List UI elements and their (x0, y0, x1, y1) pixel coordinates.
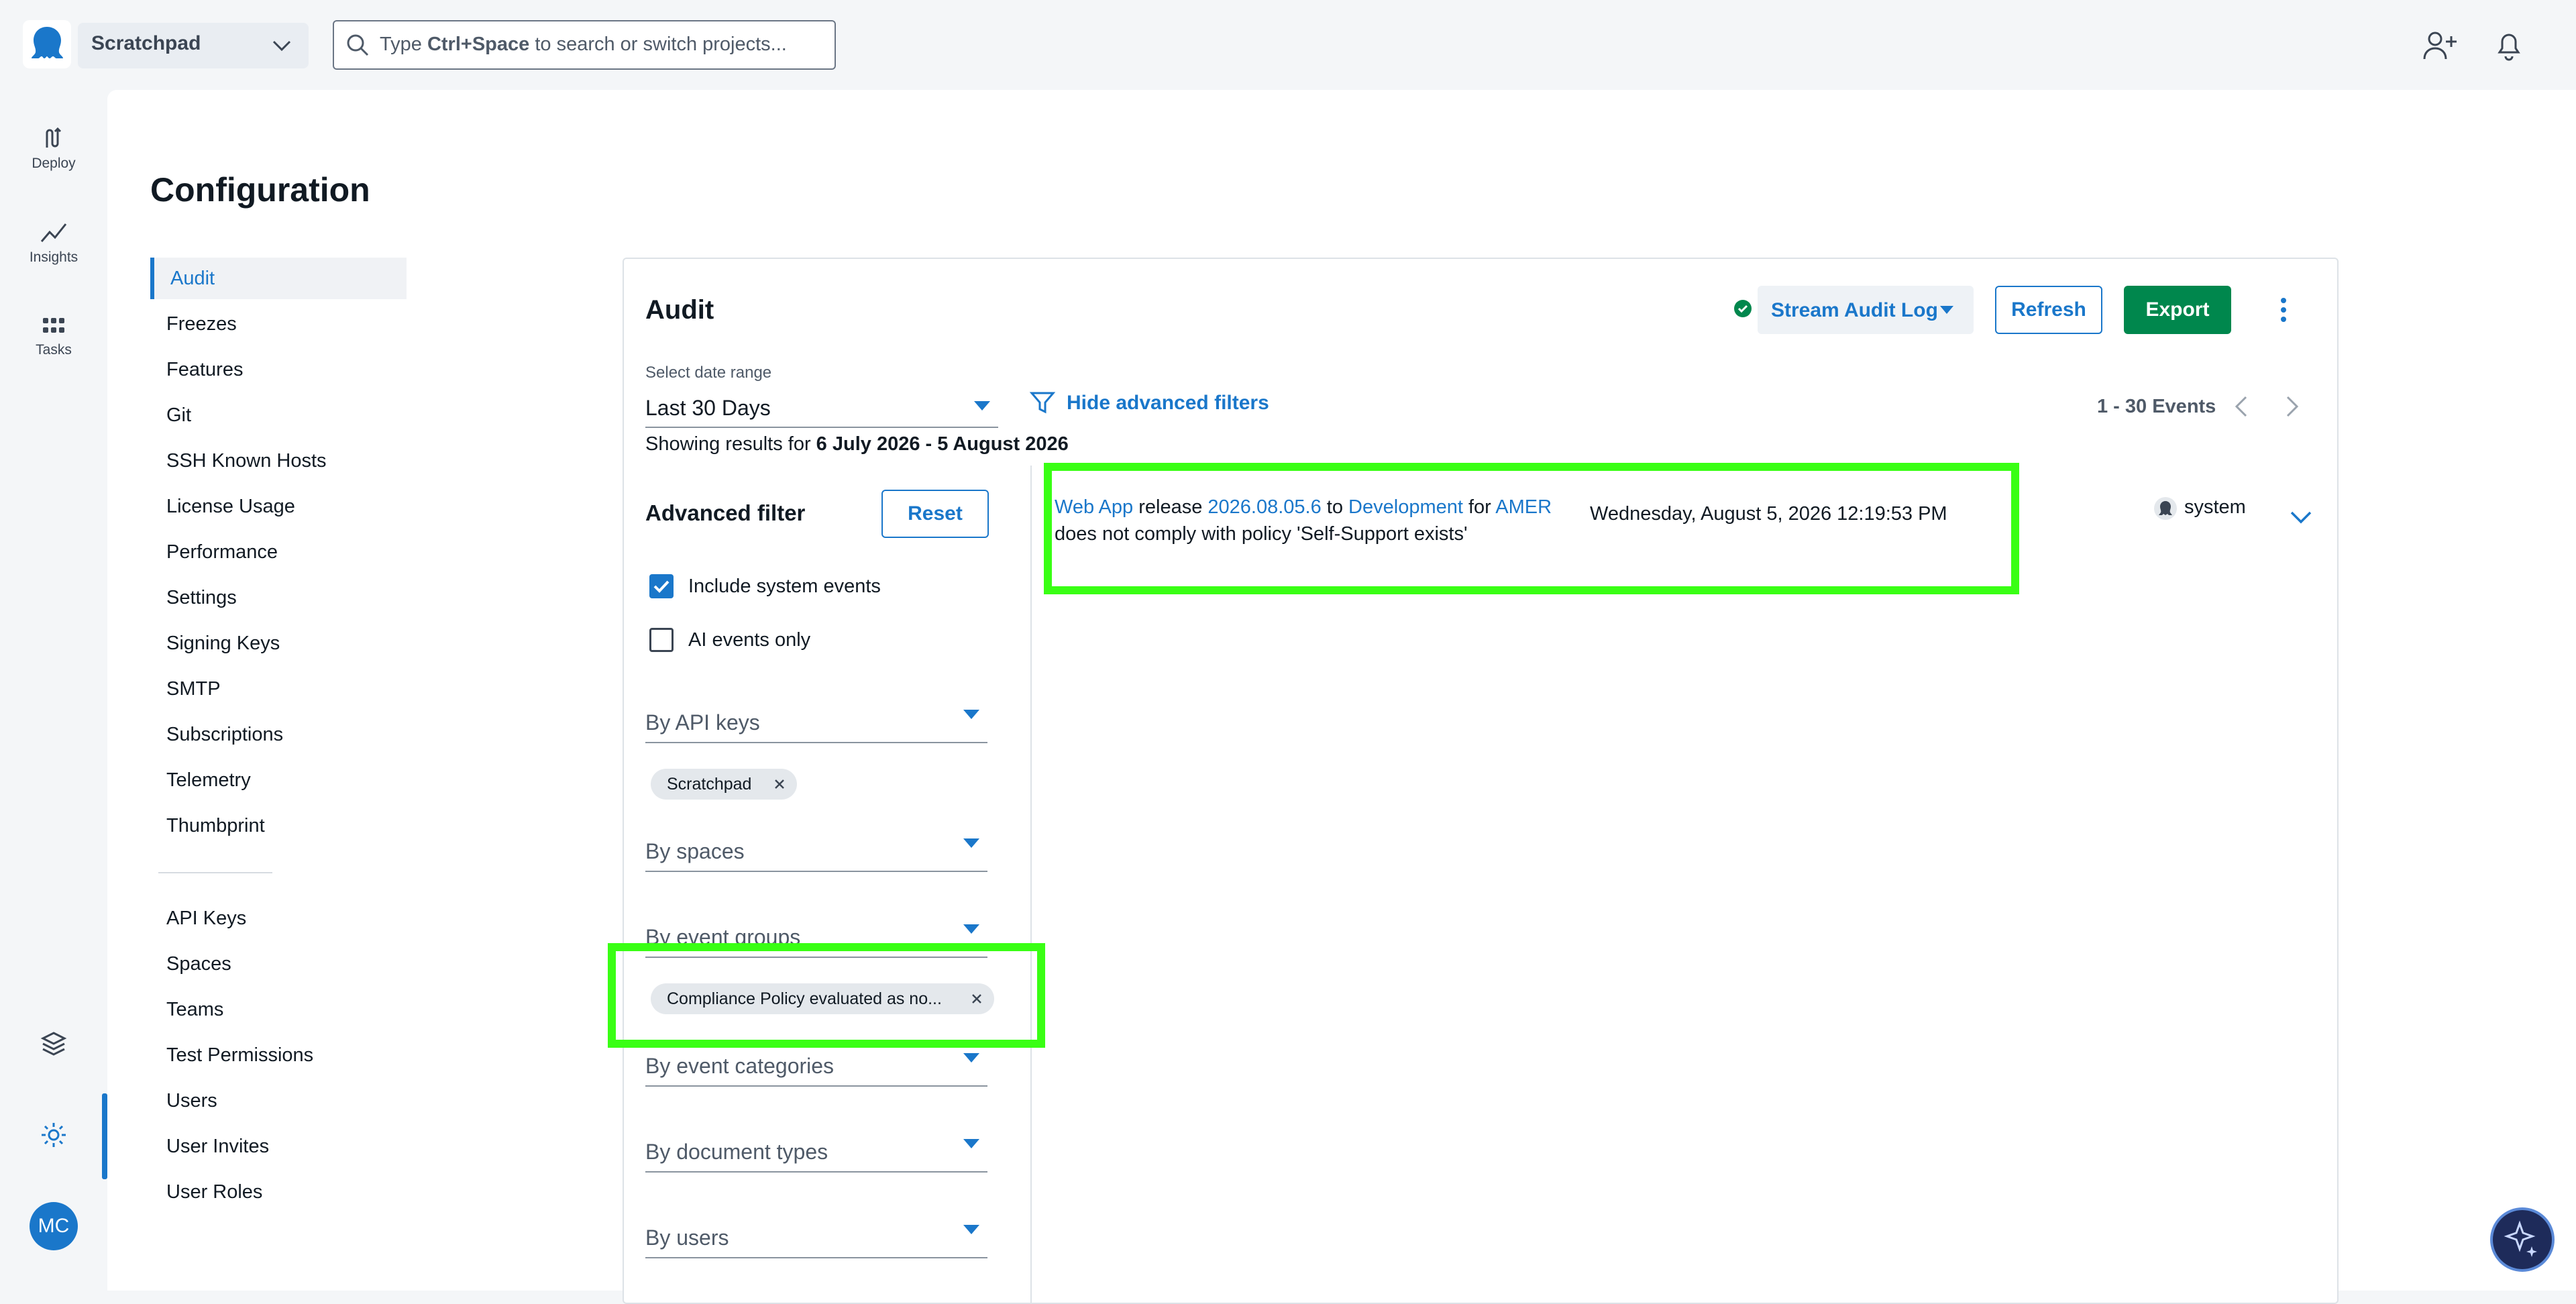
menu-item-api-keys[interactable]: API Keys (150, 898, 407, 939)
menu-item-license-usage[interactable]: License Usage (150, 486, 407, 527)
checkmark-icon (653, 580, 669, 593)
date-range-select[interactable]: Last 30 Days (645, 396, 771, 421)
menu-item-users[interactable]: Users (150, 1080, 407, 1122)
select-label: By spaces (645, 839, 745, 863)
settings-gear-icon[interactable] (39, 1120, 68, 1150)
caret-down-icon (963, 838, 979, 848)
date-range-underline (645, 427, 998, 428)
select-label: By users (645, 1226, 729, 1250)
select-label: By event categories (645, 1054, 835, 1078)
search-placeholder: Type Ctrl+Space to search or switch proj… (380, 34, 787, 55)
hide-advanced-filters-link[interactable]: Hide advanced filters (1067, 392, 1269, 415)
status-ok-icon (1734, 300, 1752, 317)
ai-events-only-label: AI events only (688, 629, 811, 651)
event-user: system (2184, 496, 2246, 518)
add-user-icon[interactable] (2422, 30, 2458, 62)
caret-down-icon (963, 924, 979, 934)
menu-item-freezes[interactable]: Freezes (150, 303, 407, 345)
caret-down-icon (963, 1139, 979, 1148)
by-users-select[interactable]: By users (645, 1217, 987, 1258)
export-button[interactable]: Export (2124, 286, 2231, 334)
menu-item-thumbprint[interactable]: Thumbprint (150, 805, 407, 847)
search-icon (347, 34, 369, 56)
highlight-box (1044, 463, 2019, 594)
menu-divider (158, 872, 272, 873)
space-name: Scratchpad (91, 32, 201, 54)
filter-column-divider (1030, 466, 1032, 1304)
include-system-events-checkbox[interactable] (649, 574, 674, 598)
rail-label: Insights (29, 250, 78, 265)
ai-events-only-checkbox[interactable] (649, 628, 674, 652)
chip-label: Scratchpad (667, 775, 752, 794)
menu-item-performance[interactable]: Performance (150, 531, 407, 573)
layers-icon[interactable] (39, 1029, 68, 1058)
ai-assistant-button[interactable] (2490, 1207, 2555, 1272)
by-event-categories-select[interactable]: By event categories (645, 1045, 987, 1087)
caret-down-icon (1940, 306, 1953, 314)
reset-button[interactable]: Reset (881, 490, 989, 538)
menu-item-features[interactable]: Features (150, 349, 407, 390)
insights-icon (40, 223, 67, 242)
chevron-left-icon[interactable] (2231, 394, 2251, 419)
by-document-types-select[interactable]: By document types (645, 1131, 987, 1173)
caret-down-icon (963, 1225, 979, 1234)
octopus-logo-icon[interactable] (23, 20, 71, 68)
advanced-filter-title: Advanced filter (645, 500, 806, 525)
api-key-chip[interactable]: Scratchpad (651, 769, 797, 800)
highlight-box (608, 943, 1045, 1048)
menu-item-test-permissions[interactable]: Test Permissions (150, 1034, 407, 1076)
rail-item-deploy[interactable]: Deploy (12, 125, 95, 172)
avatar[interactable]: MC (30, 1202, 78, 1250)
filter-icon[interactable] (1029, 389, 1056, 416)
menu-item-user-invites[interactable]: User Invites (150, 1126, 407, 1167)
menu-item-audit[interactable]: Audit (150, 258, 407, 299)
rail-label: Deploy (32, 156, 76, 171)
caret-down-icon (963, 710, 979, 719)
showing-results-text: Showing results for 6 July 2026 - 5 Augu… (645, 433, 1069, 455)
chevron-right-icon[interactable] (2282, 394, 2302, 419)
select-label: By document types (645, 1140, 828, 1164)
menu-item-signing-keys[interactable]: Signing Keys (150, 622, 407, 664)
deploy-icon (46, 127, 62, 148)
chevron-down-icon[interactable] (2289, 510, 2313, 526)
sparkle-icon (2504, 1220, 2537, 1257)
menu-item-user-roles[interactable]: User Roles (150, 1171, 407, 1213)
by-spaces-select[interactable]: By spaces (645, 830, 987, 872)
close-icon[interactable] (773, 777, 786, 791)
more-options-icon[interactable] (2275, 295, 2292, 325)
menu-item-smtp[interactable]: SMTP (150, 668, 407, 710)
events-count: 1 - 30 Events (2097, 396, 2216, 417)
tasks-icon (43, 318, 64, 333)
rail-label: Tasks (36, 342, 72, 358)
refresh-button[interactable]: Refresh (1995, 286, 2102, 334)
rail-item-insights[interactable]: Insights (12, 219, 95, 266)
menu-item-spaces[interactable]: Spaces (150, 943, 407, 985)
menu-item-subscriptions[interactable]: Subscriptions (150, 714, 407, 755)
caret-down-icon[interactable] (973, 400, 991, 412)
system-user-icon (2154, 497, 2177, 520)
menu-item-ssh-known-hosts[interactable]: SSH Known Hosts (150, 440, 407, 482)
menu-item-settings[interactable]: Settings (150, 577, 407, 618)
bell-icon[interactable] (2494, 30, 2524, 62)
include-system-events-label: Include system events (688, 576, 881, 597)
date-range-label: Select date range (645, 364, 772, 382)
rail-active-indicator (102, 1093, 107, 1179)
menu-item-teams[interactable]: Teams (150, 989, 407, 1030)
menu-item-telemetry[interactable]: Telemetry (150, 759, 407, 801)
page-title: Configuration (150, 171, 370, 209)
menu-item-git[interactable]: Git (150, 394, 407, 436)
audit-title: Audit (645, 295, 714, 325)
rail-item-tasks[interactable]: Tasks (12, 315, 95, 358)
by-api-keys-select[interactable]: By API keys (645, 702, 987, 743)
stream-audit-log-label: Stream Audit Log (1771, 299, 1938, 321)
chevron-down-icon (272, 40, 291, 52)
caret-down-icon (963, 1053, 979, 1063)
select-label: By API keys (645, 710, 760, 735)
